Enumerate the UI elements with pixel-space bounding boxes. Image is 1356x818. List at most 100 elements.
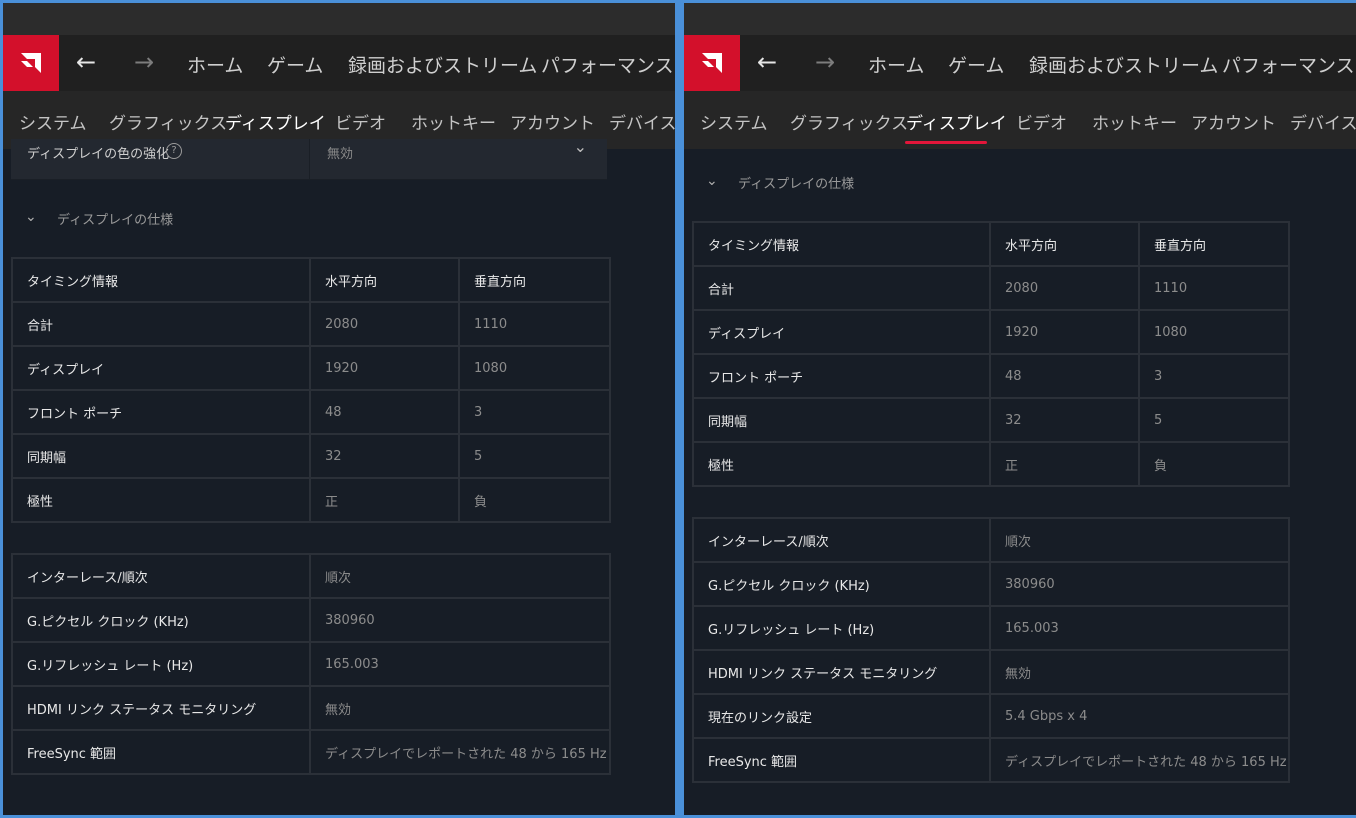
row-value: 1110 <box>1138 265 1290 311</box>
tab-devices[interactable]: デバイス <box>1290 109 1356 134</box>
settings-tab-bar: システム グラフィックス ディスプレイ ビデオ ホットキー アカウント デバイス <box>684 91 1356 149</box>
table-header: 垂直方向 <box>458 257 611 303</box>
tab-account[interactable]: アカウント <box>1191 109 1276 134</box>
tab-graphics[interactable]: グラフィックス <box>790 109 908 134</box>
table-row: ディスプレイ 1920 1080 <box>692 309 1290 355</box>
table-row: 同期幅 32 5 <box>11 433 611 479</box>
row-label: インターレース/順次 <box>11 553 311 599</box>
color-enhancement-value: 無効 <box>327 147 354 162</box>
row-value: 380960 <box>989 561 1290 607</box>
timing-table: タイミング情報 水平方向 垂直方向 合計 2080 1110 ディスプレイ 19… <box>692 221 1290 487</box>
tab-account[interactable]: アカウント <box>510 109 595 134</box>
back-arrow-icon[interactable]: ← <box>71 47 101 77</box>
forward-arrow-icon[interactable]: → <box>810 47 840 77</box>
nav-performance[interactable]: パフォーマンス <box>1222 51 1355 78</box>
display-info-table: インターレース/順次 順次 G.ピクセル クロック (KHz) 380960 G… <box>692 517 1290 783</box>
row-value: 無効 <box>989 649 1290 695</box>
left-screenshot-panel: ← → ホーム ゲーム 録画およびストリーム パフォーマンス システム グラフィ… <box>3 3 675 815</box>
row-value: 3 <box>458 389 611 435</box>
table-row: G.リフレッシュ レート (Hz) 165.003 <box>692 605 1290 651</box>
tab-hotkeys[interactable]: ホットキー <box>411 109 496 134</box>
nav-gaming[interactable]: ゲーム <box>948 51 1004 78</box>
forward-arrow-icon[interactable]: → <box>129 47 159 77</box>
table-row: G.リフレッシュ レート (Hz) 165.003 <box>11 641 611 687</box>
help-icon[interactable]: ? <box>166 143 182 159</box>
table-row: 合計 2080 1110 <box>692 265 1290 311</box>
row-label: ディスプレイ <box>692 309 991 355</box>
row-value: 順次 <box>989 517 1290 563</box>
right-screenshot-panel: ← → ホーム ゲーム 録画およびストリーム パフォーマンス システム グラフィ… <box>684 3 1356 815</box>
row-value: 正 <box>309 477 460 523</box>
row-label: フロント ポーチ <box>11 389 311 435</box>
table-row: G.ピクセル クロック (KHz) 380960 <box>11 597 611 643</box>
tab-video[interactable]: ビデオ <box>335 109 386 134</box>
row-value: 32 <box>989 397 1140 443</box>
row-value: 3 <box>1138 353 1290 399</box>
nav-home[interactable]: ホーム <box>868 51 924 78</box>
tab-display[interactable]: ディスプレイ <box>906 109 1007 134</box>
table-header: 水平方向 <box>989 221 1140 267</box>
row-label: 極性 <box>692 441 991 487</box>
row-value: ディスプレイでレポートされた 48 から 165 Hz <box>989 737 1290 783</box>
nav-performance[interactable]: パフォーマンス <box>541 51 674 78</box>
row-value: 165.003 <box>309 641 611 687</box>
row-value: 順次 <box>309 553 611 599</box>
amd-logo-icon[interactable] <box>3 35 59 91</box>
tab-display[interactable]: ディスプレイ <box>225 109 326 134</box>
nav-record-stream[interactable]: 録画およびストリーム <box>348 51 537 78</box>
nav-home[interactable]: ホーム <box>187 51 243 78</box>
title-bar <box>684 3 1356 35</box>
tab-hotkeys[interactable]: ホットキー <box>1092 109 1177 134</box>
row-value: 1920 <box>309 345 460 391</box>
table-row: FreeSync 範囲 ディスプレイでレポートされた 48 から 165 Hz <box>11 729 611 775</box>
row-label: 合計 <box>11 301 311 347</box>
table-row: フロント ポーチ 48 3 <box>692 353 1290 399</box>
table-row: ディスプレイ 1920 1080 <box>11 345 611 391</box>
display-info-table: インターレース/順次 順次 G.ピクセル クロック (KHz) 380960 G… <box>11 553 611 775</box>
row-label: 現在のリンク設定 <box>692 693 991 739</box>
row-value: 2080 <box>989 265 1140 311</box>
row-value: 1080 <box>1138 309 1290 355</box>
chevron-down-icon: ⌄ <box>25 209 37 225</box>
nav-record-stream[interactable]: 録画およびストリーム <box>1029 51 1218 78</box>
row-label: 同期幅 <box>11 433 311 479</box>
row-label: G.リフレッシュ レート (Hz) <box>11 641 311 687</box>
display-content: ⌄ ディスプレイの仕様 タイミング情報 水平方向 垂直方向 合計 2080 11… <box>684 149 1356 815</box>
row-label: インターレース/順次 <box>692 517 991 563</box>
chevron-down-icon[interactable]: ⌄ <box>574 137 587 156</box>
row-label: G.ピクセル クロック (KHz) <box>692 561 991 607</box>
row-value: 5 <box>1138 397 1290 443</box>
table-header: タイミング情報 <box>692 221 991 267</box>
table-row: 極性 正 負 <box>692 441 1290 487</box>
row-label: HDMI リンク ステータス モニタリング <box>692 649 991 695</box>
top-nav-bar: ← → ホーム ゲーム 録画およびストリーム パフォーマンス <box>684 35 1356 91</box>
row-value: 負 <box>1138 441 1290 487</box>
tab-system[interactable]: システム <box>700 109 768 134</box>
back-arrow-icon[interactable]: ← <box>752 47 782 77</box>
row-value: 負 <box>458 477 611 523</box>
table-row: 合計 2080 1110 <box>11 301 611 347</box>
display-content: ディスプレイの色の強化 ? 無効 ⌄ ⌄ ディスプレイの仕様 タイミング情報 水… <box>3 137 675 815</box>
active-tab-indicator <box>905 141 987 144</box>
tab-video[interactable]: ビデオ <box>1016 109 1067 134</box>
amd-logo-icon[interactable] <box>684 35 740 91</box>
row-value: 1110 <box>458 301 611 347</box>
title-bar <box>3 3 675 35</box>
table-row: インターレース/順次 順次 <box>11 553 611 599</box>
row-label: FreeSync 範囲 <box>11 729 311 775</box>
tab-system[interactable]: システム <box>19 109 87 134</box>
table-row: 現在のリンク設定 5.4 Gbps x 4 <box>692 693 1290 739</box>
section-title: ディスプレイの仕様 <box>57 213 174 228</box>
table-header: 水平方向 <box>309 257 460 303</box>
tab-devices[interactable]: デバイス <box>609 109 675 134</box>
row-value: 5 <box>458 433 611 479</box>
nav-gaming[interactable]: ゲーム <box>267 51 323 78</box>
row-value: 165.003 <box>989 605 1290 651</box>
row-label: FreeSync 範囲 <box>692 737 991 783</box>
table-row: HDMI リンク ステータス モニタリング 無効 <box>11 685 611 731</box>
row-value: 無効 <box>309 685 611 731</box>
tab-graphics[interactable]: グラフィックス <box>109 109 227 134</box>
color-enhancement-row[interactable]: ディスプレイの色の強化 ? 無効 ⌄ <box>11 137 607 180</box>
row-value: 2080 <box>309 301 460 347</box>
row-value: 1920 <box>989 309 1140 355</box>
